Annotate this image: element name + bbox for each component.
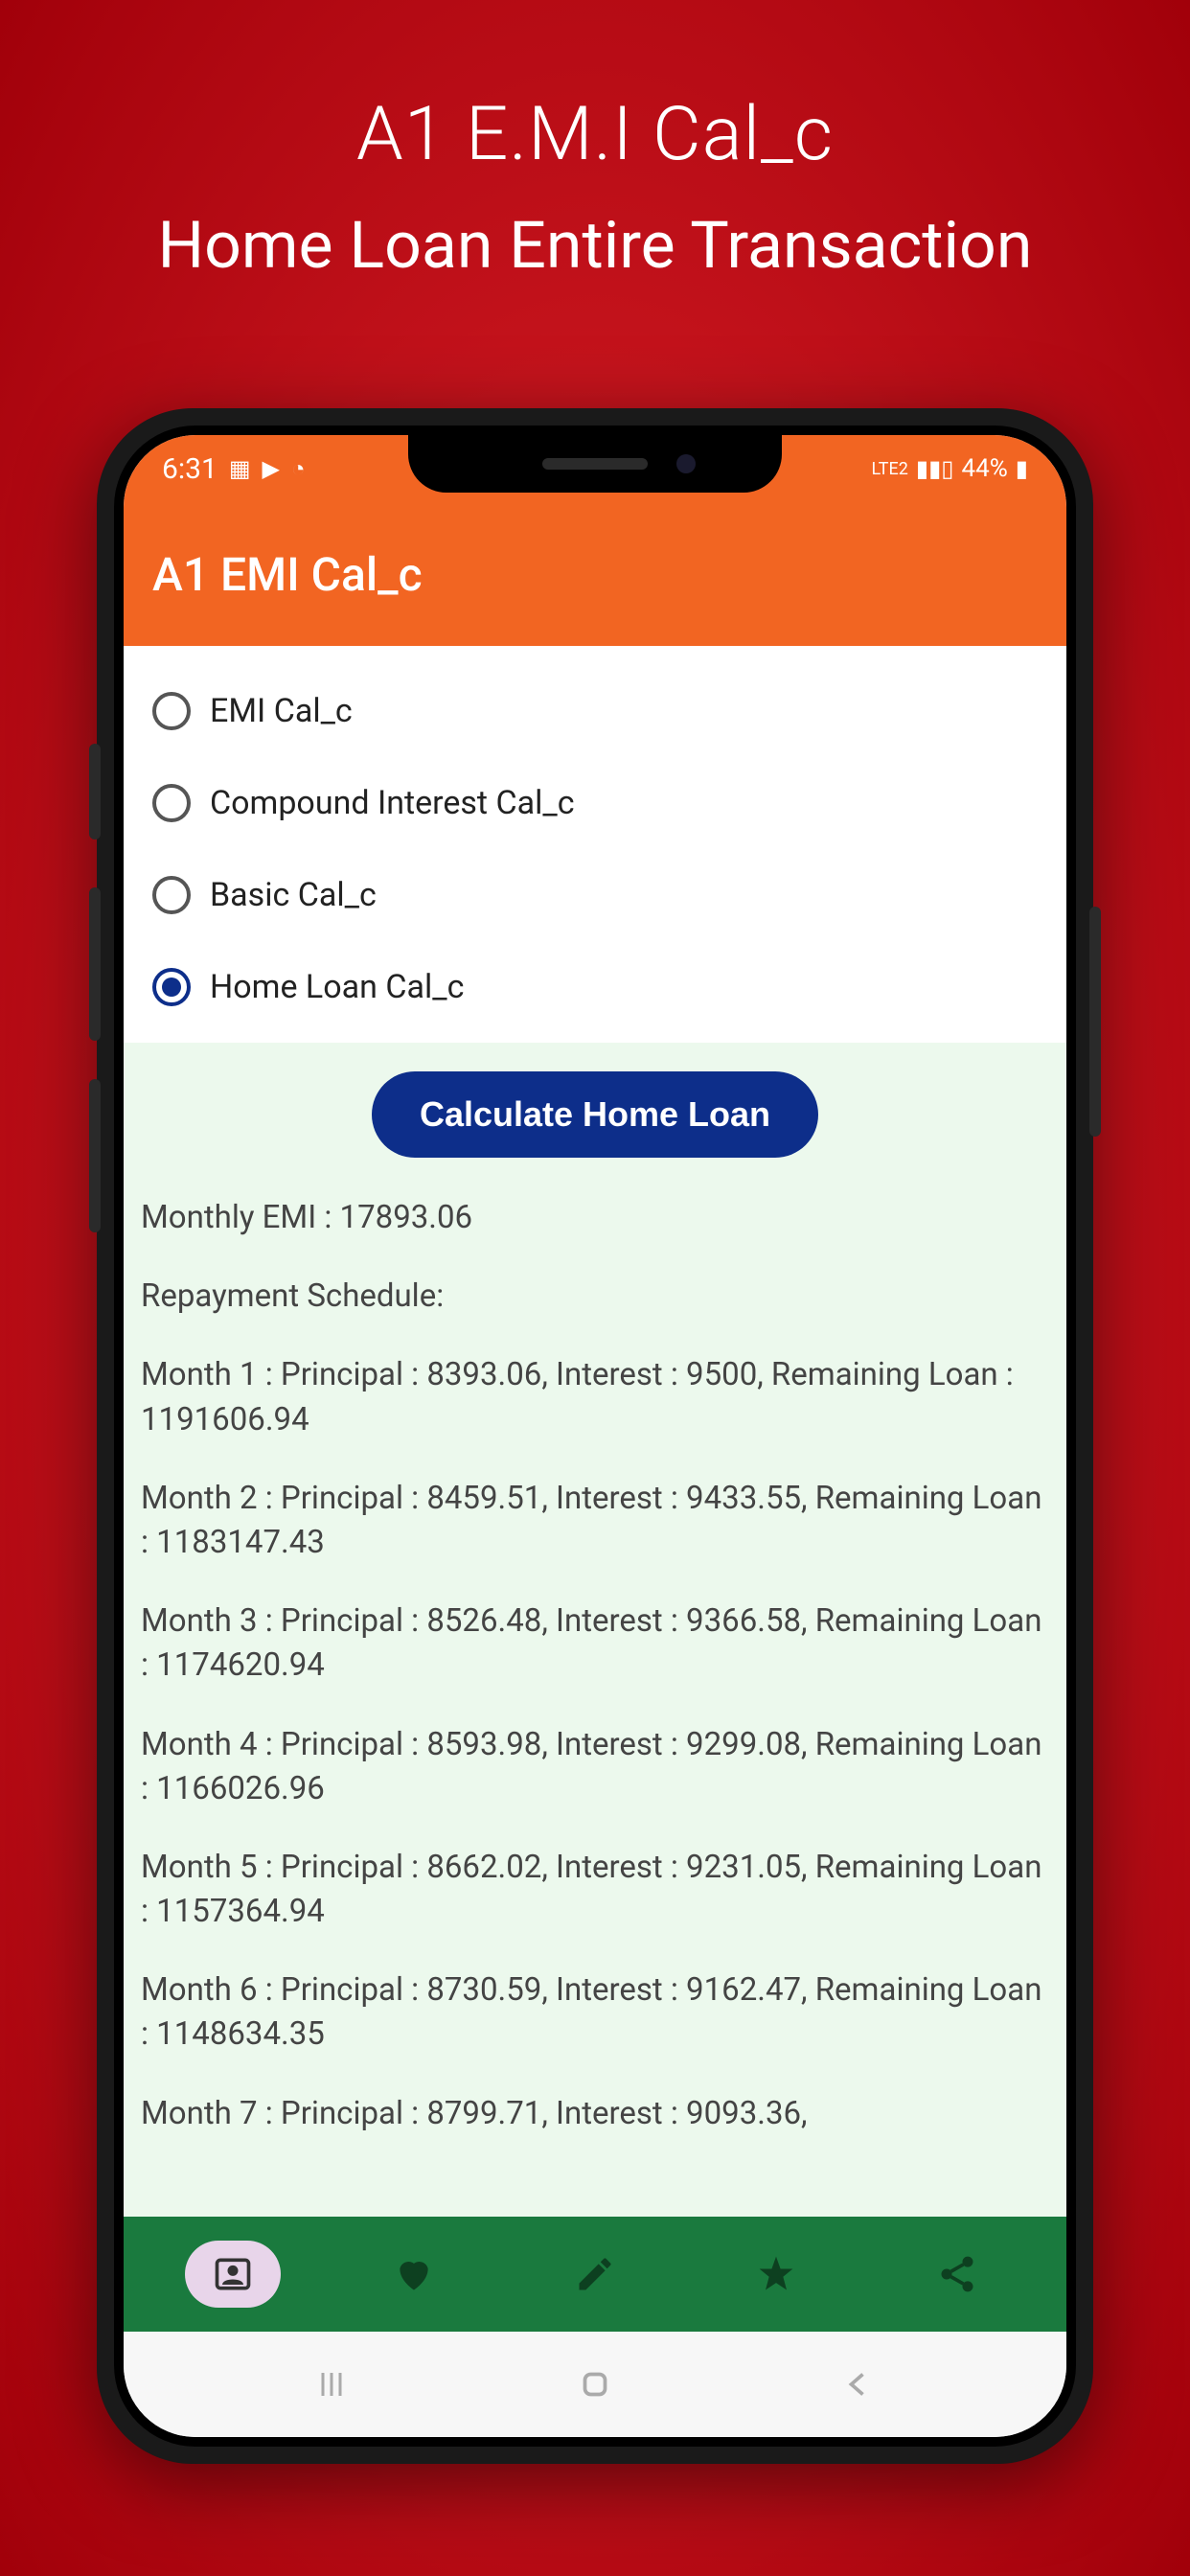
phone-notch bbox=[408, 435, 782, 493]
promo-subtitle: Home Loan Entire Transaction bbox=[158, 207, 1033, 284]
radio-label: EMI Cal_c bbox=[210, 692, 353, 730]
radio-emi-calc[interactable]: EMI Cal_c bbox=[143, 665, 1047, 757]
nav-contacts[interactable] bbox=[185, 2241, 281, 2308]
radio-home-loan-calc[interactable]: Home Loan Cal_c bbox=[143, 941, 1047, 1033]
chevron-left-icon bbox=[841, 2367, 876, 2402]
phone-side-button bbox=[89, 744, 101, 840]
radio-label: Basic Cal_c bbox=[210, 876, 377, 914]
nav-edit[interactable] bbox=[547, 2241, 643, 2308]
radio-icon bbox=[152, 784, 191, 822]
gallery-icon: ▦ bbox=[229, 455, 251, 482]
radio-icon bbox=[152, 876, 191, 914]
network-label: LTE2 bbox=[872, 459, 908, 479]
recent-apps-button[interactable] bbox=[284, 2356, 379, 2413]
signal-icon: ▮▮▯ bbox=[916, 455, 954, 482]
nav-share[interactable] bbox=[909, 2241, 1005, 2308]
promo-title: A1 E.M.I Cal_c bbox=[356, 91, 834, 178]
radio-icon bbox=[152, 692, 191, 730]
radio-label: Home Loan Cal_c bbox=[210, 968, 464, 1006]
phone-side-button bbox=[1089, 907, 1101, 1137]
schedule-month-row: Month 6 : Principal : 8730.59, Interest … bbox=[124, 1968, 1066, 2057]
schedule-month-row: Month 3 : Principal : 8526.48, Interest … bbox=[124, 1599, 1066, 1688]
app-title: A1 EMI Cal_c bbox=[152, 547, 423, 602]
schedule-month-row: Month 1 : Principal : 8393.06, Interest … bbox=[124, 1353, 1066, 1441]
calculate-home-loan-button[interactable]: Calculate Home Loan bbox=[372, 1071, 818, 1158]
calculator-type-radio-group: EMI Cal_c Compound Interest Cal_c Basic … bbox=[124, 646, 1066, 1043]
schedule-month-row: Month 4 : Principal : 8593.98, Interest … bbox=[124, 1723, 1066, 1811]
radio-compound-interest-calc[interactable]: Compound Interest Cal_c bbox=[143, 757, 1047, 849]
schedule-month-row: Month 2 : Principal : 8459.51, Interest … bbox=[124, 1477, 1066, 1565]
bottom-navigation bbox=[124, 2217, 1066, 2332]
home-button[interactable] bbox=[547, 2356, 643, 2413]
back-button[interactable] bbox=[811, 2356, 906, 2413]
nav-favorites[interactable] bbox=[366, 2241, 462, 2308]
monthly-emi-value: Monthly EMI : 17893.06 bbox=[124, 1196, 1066, 1240]
pencil-icon bbox=[574, 2253, 616, 2295]
phone-screen: 6:31 ▦ ▶ ◔ LTE2 ▮▮▯ 44% ▮ A1 EMI Cal_c bbox=[124, 435, 1066, 2437]
phone-side-button bbox=[89, 887, 101, 1041]
nav-star[interactable] bbox=[728, 2241, 824, 2308]
recent-icon bbox=[314, 2367, 349, 2402]
share-icon bbox=[936, 2253, 978, 2295]
radio-label: Compound Interest Cal_c bbox=[210, 784, 575, 822]
youtube-icon: ▶ bbox=[263, 455, 280, 482]
phone-side-button bbox=[89, 1079, 101, 1232]
home-icon bbox=[578, 2367, 612, 2402]
heart-icon bbox=[393, 2253, 435, 2295]
app-header: A1 EMI Cal_c bbox=[124, 502, 1066, 646]
schedule-month-row: Month 5 : Principal : 8662.02, Interest … bbox=[124, 1846, 1066, 1934]
radio-icon-selected bbox=[152, 968, 191, 1006]
schedule-month-row: Month 7 : Principal : 8799.71, Interest … bbox=[124, 2092, 1066, 2136]
android-system-nav bbox=[124, 2332, 1066, 2437]
phone-mockup-frame: 6:31 ▦ ▶ ◔ LTE2 ▮▮▯ 44% ▮ A1 EMI Cal_c bbox=[97, 408, 1093, 2464]
person-card-icon bbox=[212, 2253, 254, 2295]
repayment-schedule-header: Repayment Schedule: bbox=[124, 1275, 1066, 1319]
status-time: 6:31 bbox=[162, 452, 217, 486]
star-icon bbox=[755, 2253, 797, 2295]
results-panel: Calculate Home Loan Monthly EMI : 17893.… bbox=[124, 1043, 1066, 2336]
radio-basic-calc[interactable]: Basic Cal_c bbox=[143, 849, 1047, 941]
battery-percent: 44% bbox=[962, 454, 1008, 483]
notification-icon: ◔ bbox=[291, 455, 306, 483]
battery-icon: ▮ bbox=[1016, 455, 1028, 482]
